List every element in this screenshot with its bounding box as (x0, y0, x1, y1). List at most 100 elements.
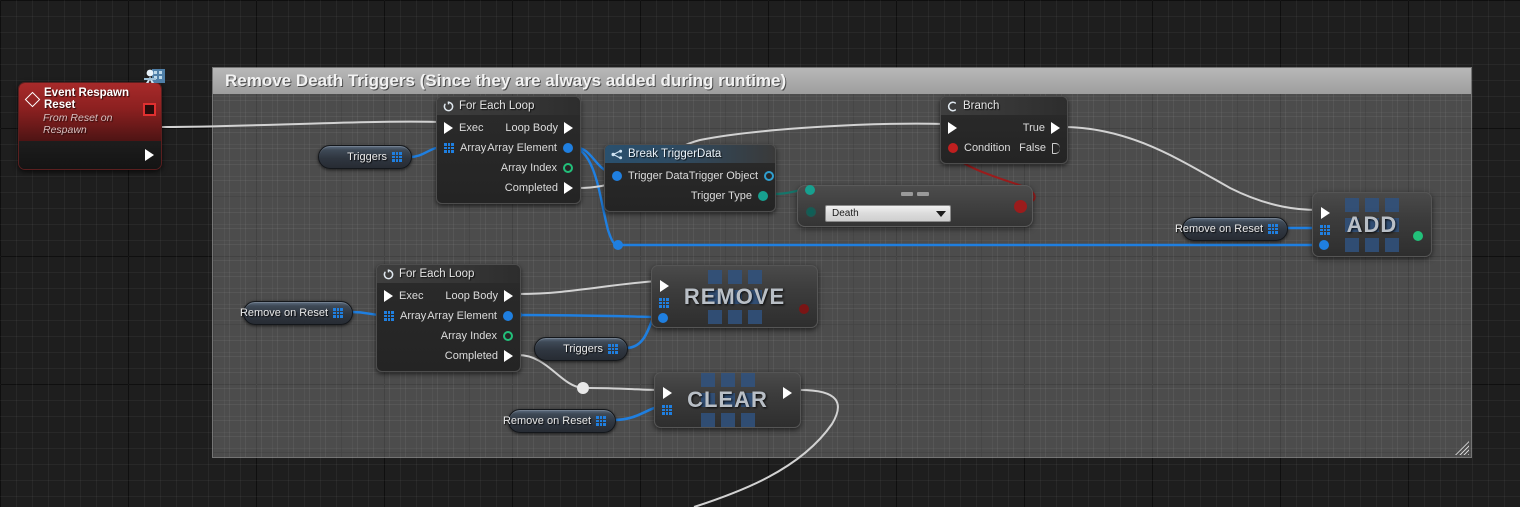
comment-title[interactable]: Remove Death Triggers (Since they are al… (213, 68, 1471, 94)
node-body: ExecLoop Body ArrayArray Element Array Ind… (437, 115, 580, 203)
enum-value-dropdown[interactable]: Death (825, 205, 951, 222)
array-icon[interactable] (596, 416, 606, 426)
variable-label: Remove on Reset (503, 415, 591, 427)
event-node-title-row: Event Respawn Reset (27, 87, 153, 111)
pin-left: Exec (444, 122, 483, 134)
array-icon[interactable] (608, 344, 618, 354)
array-pin[interactable] (384, 311, 394, 321)
pin-row: Trigger Type (605, 186, 775, 206)
enum-selected-value: Death (832, 208, 859, 219)
pin-label: Loop Body (445, 290, 498, 302)
exec-pin[interactable] (504, 290, 513, 302)
in-array-pin[interactable] (659, 298, 669, 308)
pin-right: Completed (445, 350, 513, 362)
break-struct-icon (611, 149, 623, 160)
data-pin[interactable] (764, 171, 774, 181)
exec-pin[interactable] (1051, 122, 1060, 134)
data-pin[interactable] (563, 143, 573, 153)
out-exec-pin[interactable] (783, 387, 792, 399)
array-pin[interactable] (444, 143, 454, 153)
in-array-pin[interactable] (1320, 225, 1330, 235)
var-remove-on-reset-left[interactable]: Remove on Reset (243, 301, 353, 325)
pin-row: Completed (377, 346, 520, 366)
pin-label: Array Element (427, 310, 497, 322)
pin-row: ExecLoop Body (437, 118, 580, 138)
in-array-pin[interactable] (662, 405, 672, 415)
pin-row: ArrayArray Element (377, 306, 520, 326)
branch-icon (947, 101, 958, 112)
array-icon[interactable] (1268, 224, 1278, 234)
in-exec-pin[interactable] (1321, 207, 1330, 219)
in-item-pin[interactable] (1319, 240, 1329, 250)
variable-label: Triggers (563, 343, 603, 355)
in-exec-pin[interactable] (660, 280, 669, 292)
array-remove-node[interactable]: REMOVE (651, 265, 818, 328)
out-data-pin[interactable] (799, 304, 809, 314)
enum-in-pin-b[interactable] (806, 207, 816, 217)
data-pin[interactable] (503, 331, 513, 341)
exec-pin[interactable] (564, 182, 573, 194)
loop-icon (383, 269, 394, 280)
blueprint-graph-canvas[interactable]: Remove Death Triggers (Since they are al… (0, 0, 1520, 507)
break-trigger-data[interactable]: Break TriggerDataTrigger DataTrigger Obj… (604, 144, 776, 212)
pin-right: Trigger Object (689, 170, 774, 182)
array-icon[interactable] (333, 308, 343, 318)
var-triggers-top[interactable]: Triggers (318, 145, 412, 169)
pin-label: Completed (505, 182, 558, 194)
exec-pin[interactable] (444, 122, 453, 134)
data-pin[interactable] (948, 143, 958, 153)
pin-left: Array (384, 310, 426, 322)
var-remove-on-reset-bottom[interactable]: Remove on Reset (508, 409, 616, 433)
pin-left: Array (444, 142, 486, 154)
pin-label: Array Index (501, 162, 557, 174)
pin-right: False (1019, 142, 1060, 154)
comment-resize-grip[interactable] (1455, 441, 1469, 455)
for-each-loop-top[interactable]: For Each LoopExecLoop BodyArrayArray Ele… (436, 96, 581, 204)
op-node-label: CLEAR (655, 387, 800, 413)
array-icon[interactable] (392, 152, 402, 162)
node-header: Break TriggerData (605, 145, 775, 163)
for-each-loop-bottom[interactable]: For Each Loop Exec Loop Body ArrayArray Ele… (376, 264, 521, 372)
event-out-exec-pin[interactable] (145, 149, 154, 161)
pin-row: ConditionFalse (941, 138, 1067, 158)
node-title: For Each Loop (399, 265, 474, 283)
event-respawn-reset-node[interactable]: Event Respawn Reset From Reset on Respaw… (18, 82, 162, 170)
data-pin[interactable] (503, 311, 513, 321)
pin-right: True (1023, 122, 1060, 134)
event-node-body (19, 141, 161, 169)
in-exec-pin[interactable] (663, 387, 672, 399)
exec-pin[interactable] (564, 122, 573, 134)
array-clear-node[interactable]: CLEAR (654, 372, 801, 428)
pin-label: Exec (399, 290, 423, 302)
var-remove-on-reset-right[interactable]: Remove on Reset (1182, 217, 1288, 241)
variable-label: Triggers (347, 151, 387, 163)
event-diamond-icon (25, 91, 41, 107)
chevron-down-icon[interactable] (936, 211, 946, 217)
enum-out-pin[interactable] (1014, 200, 1027, 213)
equal-enum-node[interactable]: Death (797, 185, 1033, 227)
pin-left: Trigger Data (612, 170, 689, 182)
exec-pin[interactable] (504, 350, 513, 362)
exec-pin[interactable] (948, 122, 957, 134)
op-node-label: REMOVE (652, 284, 817, 310)
comment-box[interactable]: Remove Death Triggers (Since they are al… (212, 67, 1472, 458)
data-pin[interactable] (758, 191, 768, 201)
data-pin[interactable] (612, 171, 622, 181)
pin-row: True (941, 118, 1067, 138)
exec-pin[interactable] (384, 290, 393, 302)
branch-node[interactable]: BranchTrueConditionFalse (940, 96, 1068, 164)
comment-grid (213, 68, 1471, 457)
node-body: ExecLoop BodyArrayArray ElementArray Ind… (377, 283, 520, 371)
var-triggers-mid[interactable]: Triggers (534, 337, 628, 361)
node-body: Trigger DataTrigger Object Trigger Type (605, 163, 775, 211)
out-data-pin[interactable] (1413, 231, 1423, 241)
data-pin[interactable] (563, 163, 573, 173)
array-add-node[interactable]: ADD (1312, 192, 1432, 257)
exec-pin[interactable] (1052, 143, 1060, 154)
pin-row: Exec Loop Body (377, 286, 520, 306)
pin-right: Loop Body (445, 290, 513, 302)
pin-label: True (1023, 122, 1045, 134)
enum-in-pin-a[interactable] (805, 185, 815, 195)
pin-label: Array Element (487, 142, 557, 154)
in-item-pin[interactable] (658, 313, 668, 323)
